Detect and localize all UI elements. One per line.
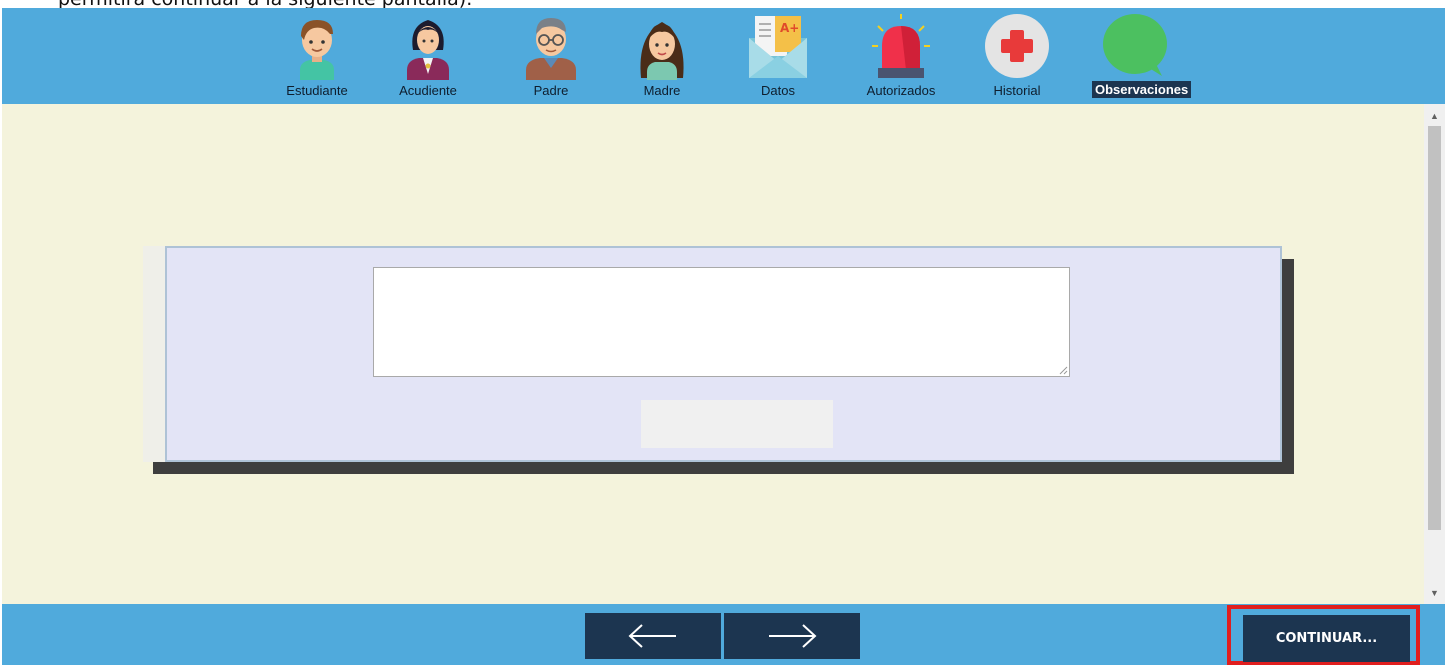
- tab-label: Madre: [643, 83, 681, 98]
- tab-label: Estudiante: [286, 83, 348, 98]
- tab-label: Padre: [533, 83, 569, 98]
- next-button[interactable]: [724, 613, 860, 659]
- arrow-left-icon: [628, 624, 676, 648]
- father-icon: [526, 18, 576, 80]
- caption-text-strip: permitirá continuar a la siguiente panta…: [0, 0, 1449, 8]
- top-navigation-bar: Estudiante Acudiente Padre Madre A+ Dato…: [2, 8, 1445, 104]
- tab-acudiente[interactable]: Acudiente: [383, 8, 473, 104]
- tab-label: Autorizados: [866, 83, 936, 98]
- resize-grip-icon[interactable]: [1059, 366, 1068, 375]
- arrow-right-icon: [769, 624, 817, 648]
- observations-textarea[interactable]: [373, 267, 1070, 377]
- save-observations-button[interactable]: [641, 400, 833, 448]
- scroll-up-icon[interactable]: ▲: [1424, 108, 1445, 125]
- scroll-down-icon[interactable]: ▼: [1424, 585, 1445, 602]
- mother-icon: [640, 22, 684, 80]
- tab-historial[interactable]: Historial: [972, 8, 1062, 104]
- tab-label: Acudiente: [399, 83, 457, 98]
- speech-bubble-icon: [1103, 14, 1167, 76]
- caption-text: permitirá continuar a la siguiente panta…: [58, 0, 472, 8]
- alarm-siren-icon: [872, 14, 930, 78]
- tab-label: Observaciones: [1092, 81, 1192, 98]
- scrollbar-thumb[interactable]: [1428, 126, 1441, 530]
- tab-madre[interactable]: Madre: [617, 8, 707, 104]
- tab-label: Historial: [993, 83, 1041, 98]
- medical-cross-icon: [985, 14, 1049, 78]
- data-envelope-icon: A+: [749, 16, 807, 78]
- tab-autorizados[interactable]: Autorizados: [856, 8, 946, 104]
- tab-label: Datos: [761, 83, 795, 98]
- guardian-icon: [407, 20, 449, 80]
- vertical-scrollbar[interactable]: ▲ ▼: [1424, 104, 1445, 604]
- student-icon: [300, 20, 334, 80]
- tab-estudiante[interactable]: Estudiante: [272, 8, 362, 104]
- tab-observaciones[interactable]: Observaciones: [1090, 8, 1192, 104]
- tab-padre[interactable]: Padre: [506, 8, 596, 104]
- tab-datos[interactable]: A+ Datos: [733, 8, 823, 104]
- svg-text:A+: A+: [780, 21, 799, 35]
- continue-button[interactable]: CONTINUAR...: [1243, 615, 1410, 662]
- previous-button[interactable]: [585, 613, 721, 659]
